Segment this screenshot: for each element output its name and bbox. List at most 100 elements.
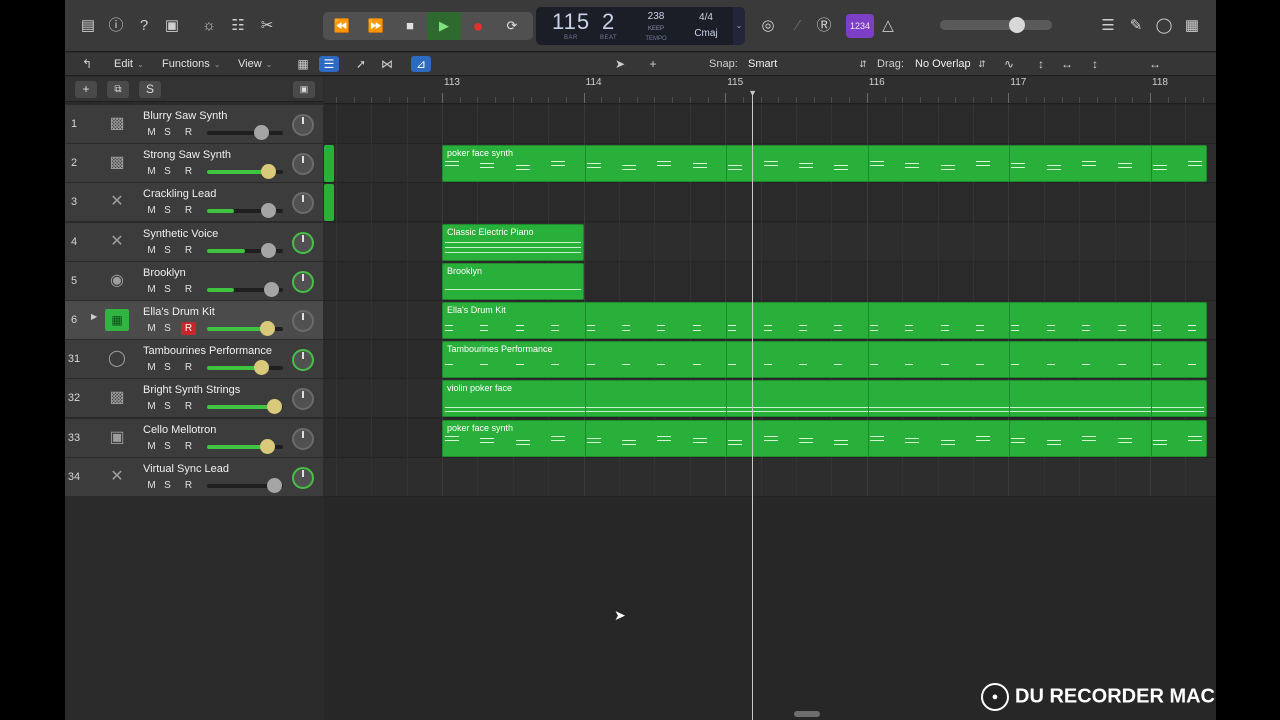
library-icon[interactable]: ▤ xyxy=(77,15,99,37)
volume-fader[interactable] xyxy=(207,438,283,454)
region-tail[interactable] xyxy=(324,184,334,222)
solo-button[interactable]: S xyxy=(160,361,175,374)
track-list-options-icon[interactable]: ▣ xyxy=(293,81,315,98)
pan-knob[interactable] xyxy=(292,427,314,450)
play-button[interactable]: ▶ xyxy=(427,12,461,40)
mute-button[interactable]: M xyxy=(144,165,159,178)
view-menu[interactable]: View ⌄ xyxy=(238,58,272,70)
master-volume-slider[interactable] xyxy=(940,17,1052,33)
region[interactable]: Ella's Drum Kit xyxy=(442,302,1207,339)
volume-fader-thumb[interactable] xyxy=(260,321,275,336)
global-solo-button[interactable]: S xyxy=(139,81,161,98)
track-name[interactable]: Cello Mellotron xyxy=(143,424,216,436)
region-tail[interactable] xyxy=(324,145,334,183)
solo-mode-icon[interactable]: Ⓡ xyxy=(813,15,835,37)
volume-fader-thumb[interactable] xyxy=(254,125,269,140)
cycle-button[interactable]: ⟳ xyxy=(495,12,529,40)
solo-button[interactable]: S xyxy=(160,204,175,217)
track-header[interactable]: 31 ◯ Tambourines Performance M S R xyxy=(65,340,323,380)
track-header[interactable]: 33 ▣ Cello Mellotron M S R xyxy=(65,418,323,458)
record-enable-button[interactable]: R xyxy=(181,479,196,492)
volume-fader[interactable] xyxy=(207,203,283,219)
record-enable-button[interactable]: R xyxy=(181,165,196,178)
record-button[interactable]: ● xyxy=(461,12,495,40)
track-header[interactable]: 4 ✕ Synthetic Voice M S R xyxy=(65,222,323,262)
drum-kit-icon[interactable]: ◉ xyxy=(105,270,129,292)
horizontal-zoom-icon[interactable]: ↔ xyxy=(1145,56,1165,72)
grid-view-icon[interactable]: ▦ xyxy=(293,56,313,72)
duplicate-track-icon[interactable]: ⧉ xyxy=(107,81,129,98)
automation-icon[interactable]: ➚ xyxy=(351,56,371,72)
list-view-icon[interactable]: ☰ xyxy=(319,56,339,72)
record-enable-button[interactable]: R xyxy=(181,204,196,217)
volume-fader-thumb[interactable] xyxy=(267,399,282,415)
record-enable-button[interactable]: R xyxy=(181,283,196,296)
track-name[interactable]: Crackling Lead xyxy=(143,188,216,200)
track-name[interactable]: Blurry Saw Synth xyxy=(143,110,227,122)
record-enable-button[interactable]: R xyxy=(181,361,196,374)
bar-ruler[interactable]: 113 114 115 116 117 118 xyxy=(324,77,1216,104)
mute-button[interactable]: M xyxy=(144,400,159,413)
volume-fader-thumb[interactable] xyxy=(254,360,269,376)
snap-chevron-icon[interactable]: ⇵ xyxy=(853,56,873,72)
add-track-button[interactable]: + xyxy=(75,81,97,98)
volume-fader-thumb[interactable] xyxy=(260,438,275,454)
mute-button[interactable]: M xyxy=(144,440,159,453)
pan-knob[interactable] xyxy=(292,192,314,215)
region[interactable]: Brooklyn xyxy=(442,262,584,300)
track-lane[interactable] xyxy=(324,457,1216,497)
drag-select[interactable]: No Overlap xyxy=(915,58,971,70)
tuner-icon[interactable]: ⁄ xyxy=(787,15,809,37)
count-in-button[interactable]: 1234 xyxy=(846,14,874,38)
region[interactable]: poker face synth xyxy=(442,419,1207,457)
pan-knob[interactable] xyxy=(292,114,314,136)
replace-mode-icon[interactable]: ◎ xyxy=(757,15,779,37)
vertical-zoom-icon[interactable]: ↕ xyxy=(1085,56,1105,72)
synth-icon[interactable]: ▩ xyxy=(105,113,129,135)
volume-fader[interactable] xyxy=(207,477,283,493)
solo-button[interactable]: S xyxy=(160,322,175,335)
record-enable-button[interactable]: R xyxy=(181,440,196,453)
mute-button[interactable]: M xyxy=(144,244,159,257)
record-enable-button[interactable]: R xyxy=(181,400,196,413)
track-name[interactable]: Virtual Sync Lead xyxy=(143,463,229,475)
track-name[interactable]: Bright Synth Strings xyxy=(143,384,240,396)
track-name[interactable]: Ella's Drum Kit xyxy=(143,306,215,318)
solo-button[interactable]: S xyxy=(160,165,175,178)
back-arrow-icon[interactable]: ↰ xyxy=(77,56,97,72)
disclosure-triangle-icon[interactable]: ▶ xyxy=(91,312,97,321)
metronome-icon[interactable]: △ xyxy=(877,15,899,37)
editors-scissors-icon[interactable]: ✂ xyxy=(256,15,278,37)
volume-fader[interactable] xyxy=(207,125,283,140)
waveform-zoom-icon[interactable]: ∿ xyxy=(999,56,1019,72)
pan-knob[interactable] xyxy=(292,231,314,254)
inspector-icon[interactable]: ⓘ xyxy=(105,15,127,37)
stop-button[interactable]: ■ xyxy=(393,12,427,40)
region[interactable]: Tambourines Performance xyxy=(442,341,1207,379)
playhead-marker-icon[interactable]: ▼ xyxy=(747,89,758,98)
record-enable-button[interactable]: R xyxy=(181,126,196,139)
track-name[interactable]: Synthetic Voice xyxy=(143,228,218,240)
solo-button[interactable]: S xyxy=(160,440,175,453)
volume-fader[interactable] xyxy=(207,360,283,376)
edit-menu[interactable]: Edit ⌄ xyxy=(114,58,144,70)
quick-help-icon[interactable]: ? xyxy=(133,15,155,37)
horizontal-scrollbar[interactable] xyxy=(794,711,820,717)
keyboard-stand-icon[interactable]: ✕ xyxy=(105,466,129,488)
track-name[interactable]: Strong Saw Synth xyxy=(143,149,231,161)
volume-fader[interactable] xyxy=(207,281,283,297)
fast-forward-button[interactable]: ⏩ xyxy=(359,12,393,40)
volume-fader-thumb[interactable] xyxy=(264,281,279,297)
pencil-tool-icon[interactable]: + xyxy=(643,56,663,72)
track-header[interactable]: 2 ▩ Strong Saw Synth M S R xyxy=(65,144,323,184)
track-lane[interactable] xyxy=(324,183,1216,223)
lcd-chevron-down-icon[interactable]: ⌄ xyxy=(733,7,745,45)
record-enable-button[interactable]: R xyxy=(181,244,196,257)
master-volume-knob[interactable] xyxy=(1009,17,1025,33)
synth-icon[interactable]: ▩ xyxy=(105,387,129,409)
mute-button[interactable]: M xyxy=(144,361,159,374)
note-pad-icon[interactable]: ✎ xyxy=(1125,15,1147,37)
track-header[interactable]: 3 ✕ Crackling Lead M S R xyxy=(65,183,323,223)
solo-button[interactable]: S xyxy=(160,479,175,492)
volume-fader[interactable] xyxy=(207,164,283,180)
